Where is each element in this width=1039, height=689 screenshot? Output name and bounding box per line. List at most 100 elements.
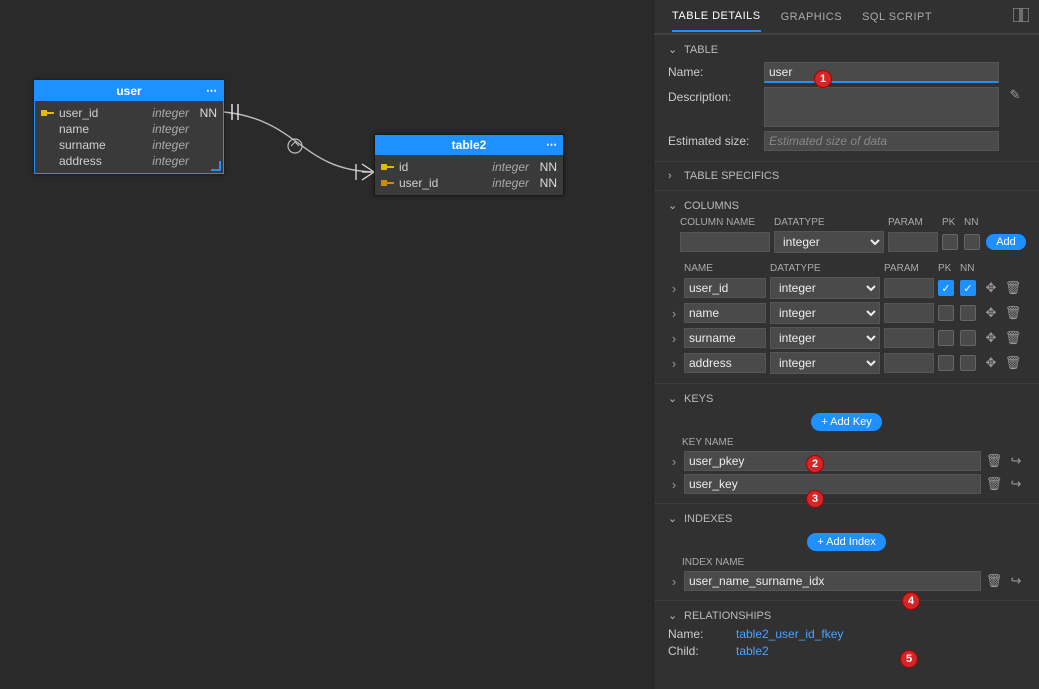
erd-table-table2-header[interactable]: table2 ⋯: [375, 135, 563, 155]
table-name-input[interactable]: [764, 62, 999, 83]
column-row: › integer ✥ 🗑: [668, 327, 1025, 349]
chevron-right-icon[interactable]: ›: [668, 281, 680, 296]
col-datatype-select[interactable]: integer: [770, 327, 880, 349]
hdr-pk: PK: [938, 263, 956, 274]
column-row: › integer ✥ 🗑: [668, 302, 1025, 324]
col-name-input[interactable]: [684, 353, 766, 373]
table-estsize-input[interactable]: [764, 131, 999, 151]
erd-table-user[interactable]: user ⋯ user_id integer NN name integer s…: [34, 80, 224, 174]
col-datatype-select[interactable]: integer: [770, 302, 880, 324]
new-col-pk-checkbox[interactable]: [942, 234, 958, 250]
section-indexes-header[interactable]: ⌄ INDEXES: [668, 510, 1025, 527]
new-col-nn-checkbox[interactable]: [964, 234, 980, 250]
col-nn-checkbox[interactable]: [960, 280, 976, 296]
add-index-button[interactable]: + Add Index: [807, 533, 885, 551]
col-param-input[interactable]: [884, 303, 934, 323]
section-title: INDEXES: [684, 513, 732, 525]
chevron-right-icon[interactable]: ›: [668, 574, 680, 589]
ellipsis-icon[interactable]: ⋯: [546, 138, 557, 151]
trash-icon[interactable]: 🗑: [985, 476, 1003, 492]
layout-columns-icon[interactable]: [1013, 8, 1029, 33]
section-relationships-header[interactable]: ⌄ RELATIONSHIPS: [668, 607, 1025, 624]
erd-table-table2-title: table2: [452, 138, 487, 152]
col-pk-checkbox[interactable]: [938, 280, 954, 296]
col-datatype: integer: [152, 138, 189, 152]
erd-col-user_id[interactable]: user_id integer NN: [41, 105, 217, 121]
trash-icon[interactable]: 🗑: [1004, 330, 1022, 346]
section-columns-header[interactable]: ⌄ COLUMNS: [668, 197, 1025, 214]
table-desc-input[interactable]: [764, 87, 999, 127]
col-name-input[interactable]: [684, 278, 766, 298]
link-icon[interactable]: ↪: [1007, 453, 1025, 469]
erd-col-user_id[interactable]: user_id integer NN: [381, 175, 557, 191]
chevron-right-icon[interactable]: ›: [668, 306, 680, 321]
rel-child-link[interactable]: table2: [736, 644, 1025, 658]
col-pk-checkbox[interactable]: [938, 305, 954, 321]
col-datatype-select[interactable]: integer: [770, 352, 880, 374]
move-icon[interactable]: ✥: [982, 355, 1000, 371]
fk-icon: [381, 177, 395, 189]
trash-icon[interactable]: 🗑: [985, 573, 1003, 589]
chevron-down-icon: ⌄: [668, 392, 678, 405]
section-specifics-header[interactable]: › TABLE SPECIFICS: [668, 168, 1025, 184]
col-name-input[interactable]: [684, 328, 766, 348]
erd-table-user-header[interactable]: user ⋯: [35, 81, 223, 101]
new-col-name-input[interactable]: [680, 232, 770, 252]
col-name: address: [59, 154, 148, 168]
chevron-right-icon[interactable]: ›: [668, 356, 680, 371]
key-name-input[interactable]: [684, 451, 981, 471]
hdr-param: PARAM: [884, 263, 934, 274]
rel-name-link[interactable]: table2_user_id_fkey: [736, 627, 1025, 641]
trash-icon[interactable]: 🗑: [1004, 355, 1022, 371]
tab-sql-script[interactable]: SQL SCRIPT: [862, 11, 932, 31]
ellipsis-icon[interactable]: ⋯: [206, 84, 217, 97]
new-col-param-input[interactable]: [888, 232, 938, 252]
erd-table-user-title: user: [116, 84, 141, 98]
chevron-right-icon[interactable]: ›: [668, 477, 680, 492]
chevron-right-icon[interactable]: ›: [668, 454, 680, 469]
move-icon[interactable]: ✥: [982, 305, 1000, 321]
erd-col-name[interactable]: name integer: [41, 121, 217, 137]
tab-table-details[interactable]: TABLE DETAILS: [672, 10, 761, 32]
section-keys-header[interactable]: ⌄ KEYS: [668, 390, 1025, 407]
col-datatype-select[interactable]: integer: [770, 277, 880, 299]
col-param-input[interactable]: [884, 278, 934, 298]
tab-graphics[interactable]: GRAPHICS: [781, 11, 842, 31]
diagram-canvas[interactable]: user ⋯ user_id integer NN name integer s…: [0, 0, 653, 689]
chevron-down-icon: ⌄: [668, 512, 678, 525]
chevron-right-icon[interactable]: ›: [668, 331, 680, 346]
resize-handle-icon[interactable]: [211, 161, 221, 171]
erd-col-id[interactable]: id integer NN: [381, 159, 557, 175]
trash-icon[interactable]: 🗑: [1004, 305, 1022, 321]
section-table-header[interactable]: ⌄ TABLE: [668, 41, 1025, 58]
add-key-button[interactable]: + Add Key: [811, 413, 881, 431]
col-nn-checkbox[interactable]: [960, 305, 976, 321]
col-pk-checkbox[interactable]: [938, 330, 954, 346]
new-col-datatype-select[interactable]: integer: [774, 231, 884, 253]
col-nn-checkbox[interactable]: [960, 355, 976, 371]
col-param-input[interactable]: [884, 353, 934, 373]
col-param-input[interactable]: [884, 328, 934, 348]
erd-col-address[interactable]: address integer: [41, 153, 217, 169]
key-name-input[interactable]: [684, 474, 981, 494]
erd-col-surname[interactable]: surname integer: [41, 137, 217, 153]
section-title: TABLE SPECIFICS: [684, 170, 779, 182]
col-datatype: integer: [152, 154, 189, 168]
index-name-input[interactable]: [684, 571, 981, 591]
link-icon[interactable]: ↪: [1007, 476, 1025, 492]
chevron-down-icon: ⌄: [668, 43, 678, 56]
col-nn-checkbox[interactable]: [960, 330, 976, 346]
annotation-badge-5: 5: [900, 650, 918, 668]
col-pk-checkbox[interactable]: [938, 355, 954, 371]
col-name-input[interactable]: [684, 303, 766, 323]
link-icon[interactable]: ↪: [1007, 573, 1025, 589]
rel-child-label: Child:: [668, 644, 728, 658]
add-column-button[interactable]: Add: [986, 234, 1026, 250]
edit-icon[interactable]: ✎: [1005, 87, 1025, 103]
move-icon[interactable]: ✥: [982, 330, 1000, 346]
erd-table-table2[interactable]: table2 ⋯ id integer NN user_id integer N…: [374, 134, 564, 196]
move-icon[interactable]: ✥: [982, 280, 1000, 296]
blank-icon: [41, 139, 55, 151]
trash-icon[interactable]: 🗑: [1004, 280, 1022, 296]
trash-icon[interactable]: 🗑: [985, 453, 1003, 469]
